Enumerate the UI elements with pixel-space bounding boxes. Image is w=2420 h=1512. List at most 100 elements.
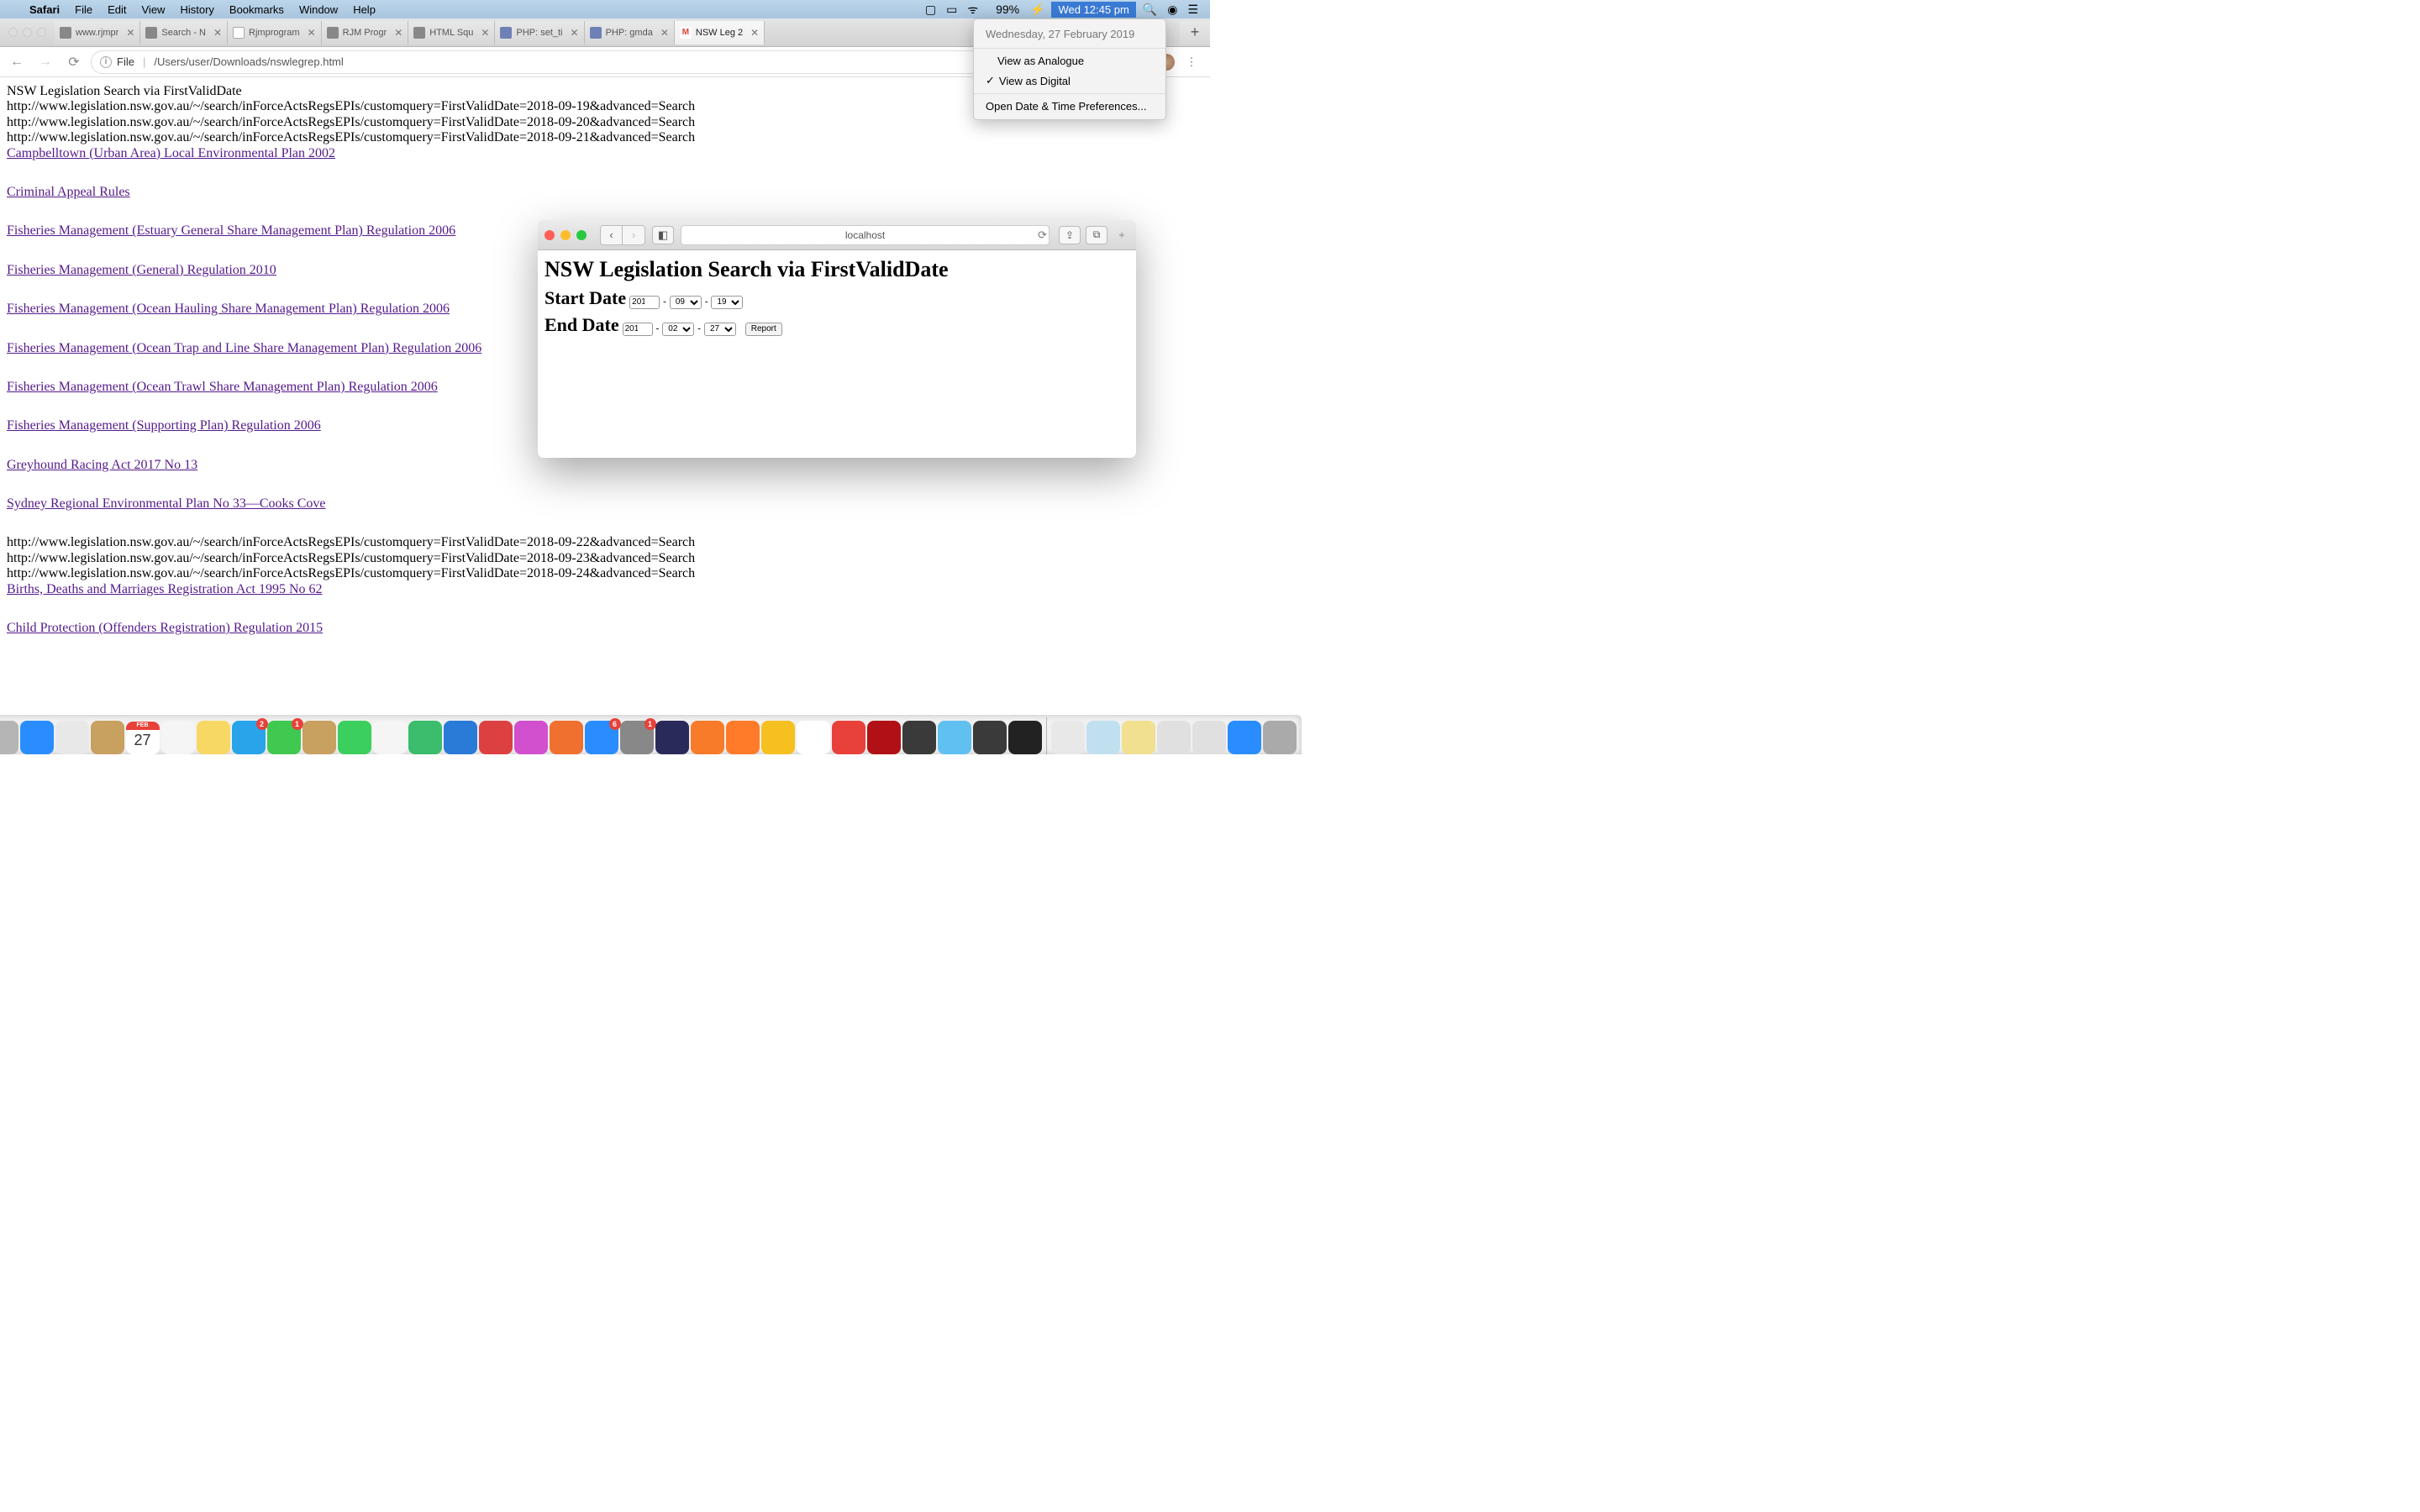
dock-app-notes[interactable] — [197, 721, 230, 754]
start-day-select[interactable]: 19 — [711, 296, 743, 309]
menu-help[interactable]: Help — [345, 3, 383, 16]
dock-app-paper[interactable] — [1051, 721, 1085, 754]
browser-tab[interactable]: PHP: set_ti✕ — [495, 21, 584, 45]
popup-minimize[interactable] — [560, 230, 571, 240]
notification-icon[interactable]: ☰ — [1182, 3, 1203, 17]
legislation-link[interactable]: Fisheries Management (Ocean Trawl Share … — [7, 380, 438, 394]
dock-app-safari[interactable] — [20, 721, 54, 754]
tab-close-icon[interactable]: ✕ — [657, 27, 669, 39]
dock-app-photos[interactable] — [373, 721, 407, 754]
dock-app-launchpad[interactable] — [0, 721, 18, 754]
tab-close-icon[interactable]: ✕ — [567, 27, 579, 39]
popup-tabs-icon[interactable]: ⧉ — [1086, 226, 1107, 244]
dock-app-html[interactable] — [1157, 721, 1191, 754]
dock-app-chrome-canary[interactable] — [761, 721, 795, 754]
dock-app-itunes[interactable] — [514, 721, 548, 754]
dock-app-reminders[interactable] — [161, 721, 195, 754]
window-minimize[interactable] — [23, 28, 32, 37]
dock-app-appcircle1[interactable] — [479, 721, 513, 754]
menu-history[interactable]: History — [172, 3, 221, 16]
start-year-input[interactable] — [629, 296, 660, 309]
dock-app-systemprefs[interactable]: 1 — [620, 721, 654, 754]
menu-window[interactable]: Window — [292, 3, 345, 16]
spotlight-icon[interactable]: 🔍 — [1138, 3, 1162, 17]
popup-sidebar-button[interactable]: ◧ — [652, 226, 674, 244]
popup-zoom[interactable] — [576, 230, 587, 240]
siri-icon[interactable]: ◉ — [1162, 3, 1182, 17]
dock-app-filezilla[interactable] — [867, 721, 901, 754]
popup-address-bar[interactable]: localhost — [681, 225, 1050, 245]
legislation-link[interactable]: Campbelltown (Urban Area) Local Environm… — [7, 146, 335, 160]
browser-tab[interactable]: RJM Progr✕ — [322, 21, 409, 45]
dock-app-vlc[interactable] — [691, 721, 724, 754]
tab-close-icon[interactable]: ✕ — [747, 27, 759, 39]
browser-tab[interactable]: Search - N✕ — [140, 21, 228, 45]
legislation-link[interactable]: Fisheries Management (Ocean Trap and Lin… — [7, 341, 481, 355]
browser-tab[interactable]: www.rjmpr✕ — [55, 21, 140, 45]
dock-app-contacts[interactable] — [302, 721, 336, 754]
end-day-select[interactable]: 27 — [704, 323, 736, 336]
dock-app-appstore[interactable]: 6 — [585, 721, 618, 754]
browser-tab[interactable]: HTML Squ✕ — [408, 21, 495, 45]
screen-icon[interactable]: ▢ — [920, 3, 941, 17]
legislation-link[interactable]: Sydney Regional Environmental Plan No 33… — [7, 496, 326, 511]
legislation-link[interactable]: Greyhound Racing Act 2017 No 13 — [7, 458, 197, 472]
dock-app-terminal[interactable] — [1008, 721, 1042, 754]
open-date-time-prefs[interactable]: Open Date & Time Preferences... — [974, 97, 1165, 116]
legislation-link[interactable]: Births, Deaths and Marriages Registratio… — [7, 582, 323, 596]
dock-app-preview[interactable] — [91, 721, 124, 754]
end-month-select[interactable]: 02 — [662, 323, 694, 336]
view-analogue[interactable]: View as Analogue — [974, 51, 1165, 71]
popup-forward-button[interactable]: › — [623, 226, 644, 244]
dock-app-keynote[interactable] — [444, 721, 477, 754]
wifi-icon[interactable]: ᯤ — [962, 2, 983, 18]
tab-close-icon[interactable]: ✕ — [477, 27, 489, 39]
kebab-menu-icon[interactable]: ⋮ — [1183, 54, 1200, 71]
legislation-link[interactable]: Child Protection (Offenders Registration… — [7, 621, 323, 635]
tab-close-icon[interactable]: ✕ — [391, 27, 402, 39]
dock-app-mail[interactable]: 2 — [232, 721, 266, 754]
dock-app-messages[interactable]: 1 — [267, 721, 301, 754]
dock-app-firefox[interactable] — [726, 721, 760, 754]
dock-app-html2[interactable] — [1192, 721, 1226, 754]
popup-reload-icon[interactable]: ⟳ — [1038, 228, 1052, 242]
menu-file[interactable]: File — [67, 3, 100, 16]
popup-close[interactable] — [544, 230, 555, 240]
dock-app-folder[interactable] — [1086, 721, 1120, 754]
tab-close-icon[interactable]: ✕ — [123, 27, 134, 39]
reload-button[interactable]: ⟳ — [62, 50, 86, 74]
dock-app-note[interactable] — [1122, 721, 1155, 754]
new-tab-button[interactable]: + — [1180, 21, 1210, 45]
window-zoom[interactable] — [37, 28, 46, 37]
dock-app-calendar[interactable]: FEB27 — [126, 721, 160, 754]
dock-app-safari2[interactable] — [1228, 721, 1261, 754]
browser-tab[interactable]: Rjmprogram✕ — [228, 21, 322, 45]
dock-app-ibooks[interactable] — [550, 721, 583, 754]
tab-close-icon[interactable]: ✕ — [210, 27, 222, 39]
dock-app-opera[interactable] — [832, 721, 865, 754]
legislation-link[interactable]: Fisheries Management (Supporting Plan) R… — [7, 418, 321, 433]
app-name[interactable]: Safari — [22, 3, 67, 16]
browser-tab[interactable]: MNSW Leg 2✕ — [675, 21, 765, 45]
dock-app-utility1[interactable] — [938, 721, 971, 754]
browser-tab[interactable]: PHP: gmda✕ — [585, 21, 675, 45]
menu-bookmarks[interactable]: Bookmarks — [222, 3, 292, 16]
back-button[interactable]: ← — [5, 50, 29, 74]
dock-app-facetime[interactable] — [338, 721, 371, 754]
address-bar[interactable]: i File | /Users/user/Downloads/nswlegrep… — [91, 50, 1123, 74]
popup-share-icon[interactable]: ⇪ — [1059, 226, 1081, 244]
menu-edit[interactable]: Edit — [100, 3, 134, 16]
legislation-link[interactable]: Fisheries Management (Ocean Hauling Shar… — [7, 302, 450, 316]
end-year-input[interactable] — [623, 323, 653, 336]
window-close[interactable] — [8, 28, 18, 37]
dock-app-photoshop[interactable] — [655, 721, 689, 754]
battery-label[interactable]: 99% ⚡ — [983, 3, 1050, 17]
dock-app-chrome[interactable] — [797, 721, 830, 754]
menu-view[interactable]: View — [134, 3, 173, 16]
view-digital[interactable]: View as Digital — [974, 71, 1165, 91]
report-button[interactable]: Report — [745, 323, 782, 336]
tab-close-icon[interactable]: ✕ — [304, 27, 316, 39]
site-info-icon[interactable]: i — [100, 56, 112, 68]
legislation-link[interactable]: Fisheries Management (General) Regulatio… — [7, 263, 276, 277]
airplay-icon[interactable]: ▭ — [941, 3, 962, 17]
